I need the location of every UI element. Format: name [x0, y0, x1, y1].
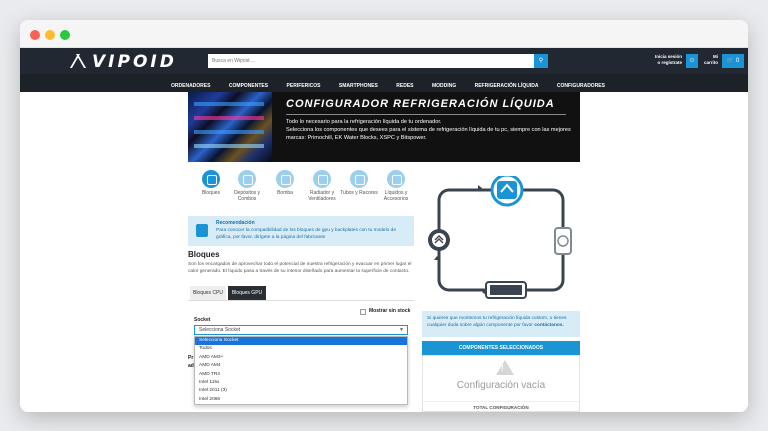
- tube-icon: [350, 170, 368, 188]
- close-window-button[interactable]: [30, 30, 40, 40]
- reservoir-icon: [238, 170, 256, 188]
- socket-option[interactable]: AMD TR4: [195, 371, 407, 379]
- socket-option[interactable]: Intel 2011 (3): [195, 387, 407, 395]
- tab-divider: [188, 300, 414, 301]
- minimize-window-button[interactable]: [45, 30, 55, 40]
- account-link[interactable]: Inicia sesión o regístrate: [654, 54, 682, 66]
- contact-link[interactable]: contáctanos.: [534, 323, 564, 328]
- socket-select-value: Selecciona Socket: [199, 327, 241, 333]
- warning-icon: [496, 360, 514, 375]
- site-logo[interactable]: VIPOID: [70, 52, 177, 72]
- selected-components-header: COMPONENTES SELECCIONADOS: [422, 341, 580, 355]
- category-label: Tubos y Racores: [340, 190, 378, 196]
- socket-dropdown: Selecciona Socket Todos AMD AM3+ AMD AM4…: [194, 336, 408, 406]
- category-liquidos[interactable]: Líquidos y Accesorios: [377, 170, 415, 202]
- tab-bloques-cpu[interactable]: Bloques CPU: [190, 286, 226, 300]
- note-title: Recomendación: [216, 220, 255, 226]
- search-input[interactable]: [208, 54, 534, 68]
- maximize-window-button[interactable]: [60, 30, 70, 40]
- page-title: CONFIGURADOR REFRIGERACIÓN LÍQUIDA: [286, 98, 555, 110]
- socket-select[interactable]: Selecciona Socket ▼: [194, 325, 408, 335]
- radiator-icon: [313, 170, 331, 188]
- banner-description: Todo lo necesario para la refrigeración …: [286, 118, 571, 142]
- account-line2: o regístrate: [657, 60, 682, 65]
- empty-config-text: Configuración vacía: [456, 380, 546, 391]
- total-config-label: TOTAL CONFIGURACIÓN: [423, 401, 579, 410]
- search-icon[interactable]: ⚲: [534, 54, 548, 68]
- category-selector: Bloques Depósitos y Combos Bomba Radiado…: [192, 170, 414, 208]
- browser-window: VIPOID ⚲ Inicia sesión o regístrate ☺ Mi…: [20, 20, 748, 412]
- show-stock-label: Mostrar sin stock: [369, 308, 411, 314]
- chevron-down-icon: ▼: [399, 327, 404, 333]
- cooling-loop-diagram: [428, 176, 572, 299]
- cart-label[interactable]: Mi carrito: [704, 54, 718, 66]
- warning-mark: !: [501, 364, 504, 373]
- contact-info: Si quieres que montemos tu refrigeración…: [422, 311, 580, 337]
- banner-image: [188, 92, 272, 162]
- socket-option[interactable]: Selecciona Socket: [195, 337, 407, 346]
- banner-divider: [286, 114, 566, 115]
- logo-icon: [70, 54, 88, 68]
- category-label: Bloques: [201, 190, 221, 196]
- category-tubos[interactable]: Tubos y Racores: [340, 170, 378, 196]
- section-description: Son los encargados de aprovechar todo el…: [188, 262, 412, 274]
- category-label: Bomba: [277, 190, 293, 196]
- cpu-block-icon[interactable]: [490, 176, 524, 207]
- pump-icon: [276, 170, 294, 188]
- partial-text: Pr ad: [188, 354, 194, 370]
- radiator-icon[interactable]: [554, 227, 572, 255]
- cpu-block-icon: [202, 170, 220, 188]
- socket-option[interactable]: Intel 115x: [195, 379, 407, 387]
- page-banner: CONFIGURADOR REFRIGERACIÓN LÍQUIDA Todo …: [188, 92, 580, 162]
- socket-option[interactable]: Intel 2066: [195, 396, 407, 404]
- category-bloques[interactable]: Bloques: [192, 170, 230, 196]
- socket-label: Socket: [194, 317, 211, 323]
- selected-components-panel: ! Configuración vacía TOTAL CONFIGURACIÓ…: [422, 355, 580, 412]
- category-label: Radiador y Ventiladores: [308, 190, 336, 202]
- category-label: Líquidos y Accesorios: [383, 190, 409, 202]
- website: VIPOID ⚲ Inicia sesión o regístrate ☺ Mi…: [20, 48, 748, 412]
- section-title: Bloques: [188, 250, 220, 259]
- main-navigation: ORDENADORES COMPONENTES PERIFERICOS SMAR…: [20, 74, 748, 92]
- tab-bloques-gpu[interactable]: Bloques GPU: [228, 286, 266, 300]
- socket-option[interactable]: AMD AM4: [195, 362, 407, 370]
- socket-option[interactable]: AMD AM3+: [195, 354, 407, 362]
- category-depositos[interactable]: Depósitos y Combos: [228, 170, 266, 202]
- window-titlebar: [20, 20, 748, 48]
- category-radiador[interactable]: Radiador y Ventiladores: [303, 170, 341, 202]
- partial-line-1: Pr: [188, 355, 194, 361]
- partial-line-2: ad: [188, 363, 194, 369]
- cart-button[interactable]: 🛒 0: [722, 54, 744, 68]
- cart-icon: 🛒: [726, 58, 735, 64]
- logo-text: VIPOID: [92, 52, 177, 72]
- user-icon[interactable]: ☺: [686, 54, 698, 68]
- configurator-page: CONFIGURADOR REFRIGERACIÓN LÍQUIDA Todo …: [188, 92, 580, 412]
- banner-line-2: Selecciona los componentes que desees pa…: [286, 127, 571, 141]
- cart-line2: carrito: [704, 60, 719, 65]
- category-label: Depósitos y Combos: [233, 190, 261, 202]
- show-stock-checkbox[interactable]: [360, 309, 366, 315]
- thumbs-up-icon: [196, 224, 208, 237]
- category-bomba[interactable]: Bomba: [266, 170, 304, 196]
- search-bar: ⚲: [208, 54, 548, 68]
- note-text: Para conocer la compatibilidad de los bl…: [216, 228, 396, 240]
- recommendation-note: Recomendación Para conocer la compatibil…: [188, 216, 414, 246]
- liquid-icon: [387, 170, 405, 188]
- site-header: VIPOID ⚲ Inicia sesión o regístrate ☺ Mi…: [20, 48, 748, 74]
- pump-icon[interactable]: [428, 229, 450, 251]
- banner-line-1: Todo lo necesario para la refrigeración …: [286, 119, 442, 125]
- cart-count: 0: [735, 58, 740, 64]
- reservoir-icon[interactable]: [485, 281, 527, 299]
- socket-option[interactable]: Todos: [195, 345, 407, 353]
